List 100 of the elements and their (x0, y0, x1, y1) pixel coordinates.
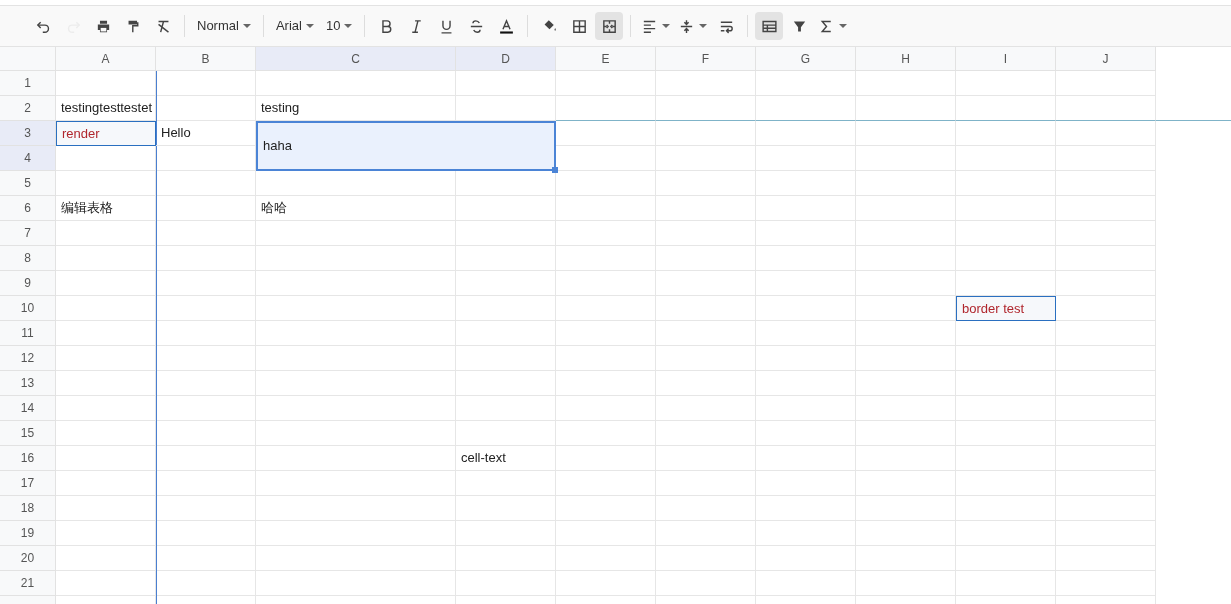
column-header[interactable]: J (1056, 47, 1156, 71)
table-cell[interactable] (1056, 196, 1156, 221)
table-cell[interactable] (256, 221, 456, 246)
table-cell[interactable] (756, 121, 856, 146)
table-cell[interactable] (956, 121, 1056, 146)
table-cell[interactable] (656, 421, 756, 446)
table-cell[interactable] (856, 496, 956, 521)
table-cell[interactable] (456, 471, 556, 496)
column-header[interactable]: H (856, 47, 956, 71)
table-cell[interactable] (756, 246, 856, 271)
table-cell[interactable] (456, 346, 556, 371)
table-cell[interactable] (956, 171, 1056, 196)
table-cell[interactable] (556, 96, 656, 121)
table-cell[interactable] (1056, 521, 1156, 546)
table-cell[interactable]: border test (956, 296, 1056, 321)
table-cell[interactable] (756, 496, 856, 521)
table-cell[interactable] (456, 571, 556, 596)
table-cell[interactable] (456, 296, 556, 321)
table-cell[interactable] (756, 471, 856, 496)
row-header[interactable]: 3 (0, 121, 56, 146)
table-cell[interactable] (656, 121, 756, 146)
table-cell[interactable] (956, 246, 1056, 271)
table-cell[interactable] (756, 421, 856, 446)
table-cell[interactable] (456, 546, 556, 571)
dropdown-button[interactable]: Arial (270, 12, 319, 40)
row-header[interactable]: 1 (0, 71, 56, 96)
table-cell[interactable] (856, 446, 956, 471)
column-header[interactable]: C (256, 47, 456, 71)
table-cell[interactable] (456, 321, 556, 346)
table-cell[interactable] (656, 471, 756, 496)
table-cell[interactable] (956, 221, 1056, 246)
table-cell[interactable] (256, 371, 456, 396)
table-cell[interactable] (856, 171, 956, 196)
table-cell[interactable] (656, 171, 756, 196)
row-header[interactable]: 17 (0, 471, 56, 496)
table-cell[interactable] (1056, 246, 1156, 271)
merge-cells-button[interactable] (595, 12, 624, 40)
row-header[interactable]: 8 (0, 246, 56, 271)
row-header[interactable]: 5 (0, 171, 56, 196)
table-cell[interactable] (956, 396, 1056, 421)
table-cell[interactable] (656, 521, 756, 546)
table-cell[interactable] (456, 71, 556, 96)
table-cell[interactable] (856, 271, 956, 296)
table-cell[interactable] (456, 396, 556, 421)
table-cell[interactable] (656, 196, 756, 221)
table-cell[interactable] (1056, 146, 1156, 171)
row-header[interactable]: 10 (0, 296, 56, 321)
row-header[interactable]: 2 (0, 96, 56, 121)
table-cell[interactable] (756, 221, 856, 246)
table-cell[interactable] (756, 71, 856, 96)
table-cell[interactable] (1056, 396, 1156, 421)
table-cell[interactable] (856, 396, 956, 421)
row-header[interactable]: 15 (0, 421, 56, 446)
table-cell[interactable] (756, 546, 856, 571)
table-cell[interactable] (956, 546, 1056, 571)
merged-cell[interactable]: haha (256, 121, 556, 171)
table-cell[interactable] (556, 396, 656, 421)
table-cell[interactable] (1056, 421, 1156, 446)
row-header[interactable]: 18 (0, 496, 56, 521)
cell-text[interactable]: 哈哈 (256, 196, 456, 221)
table-cell[interactable] (1056, 346, 1156, 371)
table-cell[interactable] (856, 471, 956, 496)
table-cell[interactable] (856, 221, 956, 246)
table-cell[interactable] (756, 371, 856, 396)
table-cell[interactable] (1056, 571, 1156, 596)
table-cell[interactable] (556, 521, 656, 546)
table-cell[interactable] (656, 546, 756, 571)
row-header[interactable]: 14 (0, 396, 56, 421)
table-cell[interactable] (656, 396, 756, 421)
table-cell[interactable] (856, 521, 956, 546)
table-cell[interactable] (256, 396, 456, 421)
table-cell[interactable] (556, 571, 656, 596)
table-cell[interactable] (656, 246, 756, 271)
table-cell[interactable] (956, 496, 1056, 521)
table-cell[interactable] (1056, 496, 1156, 521)
row-header[interactable]: 21 (0, 571, 56, 596)
table-cell[interactable] (456, 246, 556, 271)
table-cell[interactable] (856, 71, 956, 96)
table-cell[interactable] (956, 196, 1056, 221)
table-cell[interactable] (856, 546, 956, 571)
table-cell[interactable] (1056, 121, 1156, 146)
column-header[interactable]: F (656, 47, 756, 71)
table-cell[interactable] (556, 271, 656, 296)
table-cell[interactable] (1056, 71, 1156, 96)
table-cell[interactable] (856, 321, 956, 346)
table-cell[interactable] (556, 296, 656, 321)
table-cell[interactable] (556, 171, 656, 196)
row-header[interactable]: 11 (0, 321, 56, 346)
table-cell[interactable] (456, 196, 556, 221)
table-cell[interactable] (856, 371, 956, 396)
row-header[interactable]: 19 (0, 521, 56, 546)
table-cell[interactable] (1056, 171, 1156, 196)
table-cell[interactable] (956, 571, 1056, 596)
table-cell[interactable] (1056, 96, 1156, 121)
table-cell[interactable] (656, 346, 756, 371)
table-cell[interactable] (256, 471, 456, 496)
column-header[interactable]: A (56, 47, 156, 71)
table-cell[interactable] (556, 246, 656, 271)
row-header[interactable]: 7 (0, 221, 56, 246)
table-cell[interactable] (756, 171, 856, 196)
